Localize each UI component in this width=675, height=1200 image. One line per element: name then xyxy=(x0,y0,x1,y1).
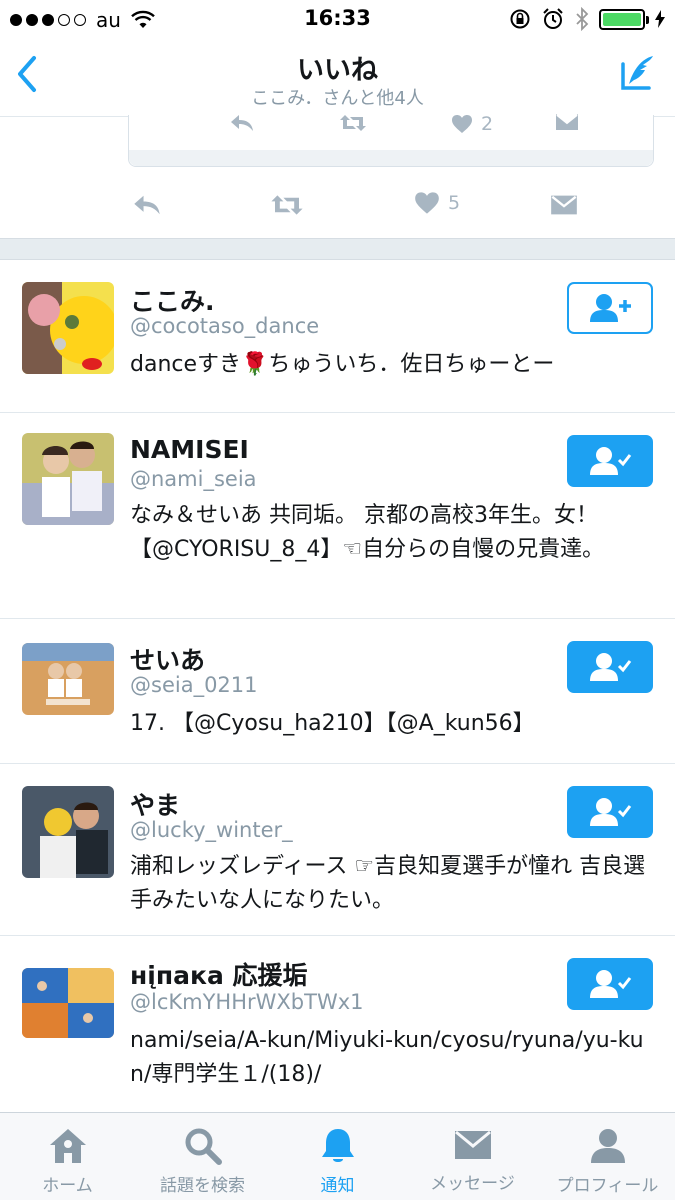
tab-bar: ホーム 話題を検索 通知 メッセージ プロフィール xyxy=(0,1112,675,1200)
bell-icon xyxy=(321,1129,354,1162)
user-handle: @lucky_winter_ xyxy=(130,818,293,842)
user-display-name[interactable]: NAMISEI xyxy=(130,435,249,464)
reply-button[interactable] xyxy=(132,193,162,217)
quote-like-button[interactable]: 2 xyxy=(451,113,493,135)
user-display-name[interactable]: せいあ xyxy=(130,641,205,677)
reply-icon xyxy=(231,115,253,131)
charging-icon xyxy=(655,10,665,28)
reply-icon xyxy=(134,195,160,215)
like-count: 5 xyxy=(448,192,461,214)
search-icon xyxy=(185,1128,222,1165)
user-row[interactable]: NAMISEI @nami_seia なみ＆せいあ 共同垢。 京都の高校3年生。… xyxy=(0,413,675,619)
mail-icon xyxy=(556,114,578,130)
following-button[interactable] xyxy=(567,435,653,487)
avatar[interactable] xyxy=(22,786,114,878)
following-button[interactable] xyxy=(567,786,653,838)
nav-header: いいね ここみ．さんと他4人 xyxy=(0,38,675,116)
heart-icon xyxy=(452,115,472,133)
following-check-icon xyxy=(590,447,632,475)
following-check-icon xyxy=(590,798,632,826)
compose-icon xyxy=(621,56,653,90)
tab-label: 通知 xyxy=(320,1176,355,1196)
user-row[interactable]: ここみ. @cocotaso_dance danceすき🌹ちゅういち．佐日ちゅー… xyxy=(0,260,675,413)
add-user-icon xyxy=(590,294,631,322)
user-display-name[interactable]: やま xyxy=(130,786,180,822)
avatar[interactable] xyxy=(22,282,114,374)
home-icon xyxy=(49,1129,86,1163)
user-bio: なみ＆せいあ 共同垢。 京都の高校3年生。女！【@CYORISU_8_4】☜自分… xyxy=(130,503,605,562)
tab-messages[interactable]: メッセージ xyxy=(405,1113,540,1200)
user-bio: 17. 【@Cyosu_ha210】【@A_kun56】 xyxy=(130,711,535,736)
tab-label: 話題を検索 xyxy=(160,1176,245,1196)
user-handle: @cocotaso_dance xyxy=(130,314,320,338)
section-divider xyxy=(0,238,675,260)
quote-retweet-button[interactable] xyxy=(339,113,367,133)
quote-like-count: 2 xyxy=(481,113,494,135)
rotation-lock-icon xyxy=(510,9,530,29)
avatar[interactable] xyxy=(22,643,114,715)
tab-search[interactable]: 話題を検索 xyxy=(135,1113,270,1200)
following-check-icon xyxy=(590,653,632,681)
bluetooth-icon xyxy=(576,7,589,31)
profile-icon xyxy=(590,1129,625,1163)
heart-icon xyxy=(415,192,439,214)
battery-icon xyxy=(599,8,649,30)
like-button[interactable]: 5 xyxy=(414,191,460,215)
user-bio: 浦和レッズレディース ☞吉良知夏選手が憧れ 吉良選手みたいな人になりたい。 xyxy=(130,854,646,913)
user-row[interactable]: せいあ @seia_0211 17. 【@Cyosu_ha210】【@A_kun… xyxy=(0,619,675,764)
tab-label: ホーム xyxy=(42,1176,93,1196)
user-bio: nami/seia/A-kun/Miyuki-kun/cyosu/ryuna/y… xyxy=(130,1028,644,1087)
tab-home[interactable]: ホーム xyxy=(0,1113,135,1200)
page-subtitle: ここみ．さんと他4人 xyxy=(251,88,424,109)
user-row[interactable]: нįпака 応援垢 @lcKmYHHrWXbTWx1 nami/seia/A-… xyxy=(0,936,675,1112)
tab-label: プロフィール xyxy=(556,1176,659,1196)
avatar[interactable] xyxy=(22,968,114,1038)
user-display-name[interactable]: ここみ. xyxy=(130,282,215,318)
status-bar: au 16:33 xyxy=(0,0,675,38)
tab-notifications[interactable]: 通知 xyxy=(270,1113,405,1200)
tab-label: メッセージ xyxy=(430,1174,515,1194)
quote-dm-button[interactable] xyxy=(555,113,579,131)
tab-profile[interactable]: プロフィール xyxy=(540,1113,675,1200)
user-handle: @lcKmYHHrWXbTWx1 xyxy=(130,990,364,1014)
mail-icon xyxy=(551,195,577,215)
page-title: いいね xyxy=(297,55,378,86)
retweet-icon xyxy=(271,195,303,215)
quote-reply-button[interactable] xyxy=(229,113,255,133)
following-check-icon xyxy=(590,970,632,998)
follow-button[interactable] xyxy=(567,282,653,334)
alarm-icon xyxy=(543,8,563,29)
user-display-name[interactable]: нįпака 応援垢 xyxy=(130,956,308,992)
retweet-icon xyxy=(340,115,366,131)
mail-icon xyxy=(454,1130,491,1159)
dm-button[interactable] xyxy=(550,194,578,216)
user-row[interactable]: やま @lucky_winter_ 浦和レッズレディース ☞吉良知夏選手が憧れ … xyxy=(0,764,675,936)
avatar[interactable] xyxy=(22,433,114,525)
user-handle: @nami_seia xyxy=(130,467,257,491)
quoted-tweet-card[interactable]: 2 xyxy=(128,113,654,167)
liked-tweet-area: 2 5 xyxy=(0,113,675,238)
retweet-button[interactable] xyxy=(270,193,304,217)
following-button[interactable] xyxy=(567,958,653,1010)
user-handle: @seia_0211 xyxy=(130,673,258,697)
user-bio: danceすき🌹ちゅういち．佐日ちゅーとー xyxy=(130,352,555,377)
compose-tweet-button[interactable] xyxy=(617,52,659,94)
following-button[interactable] xyxy=(567,641,653,693)
